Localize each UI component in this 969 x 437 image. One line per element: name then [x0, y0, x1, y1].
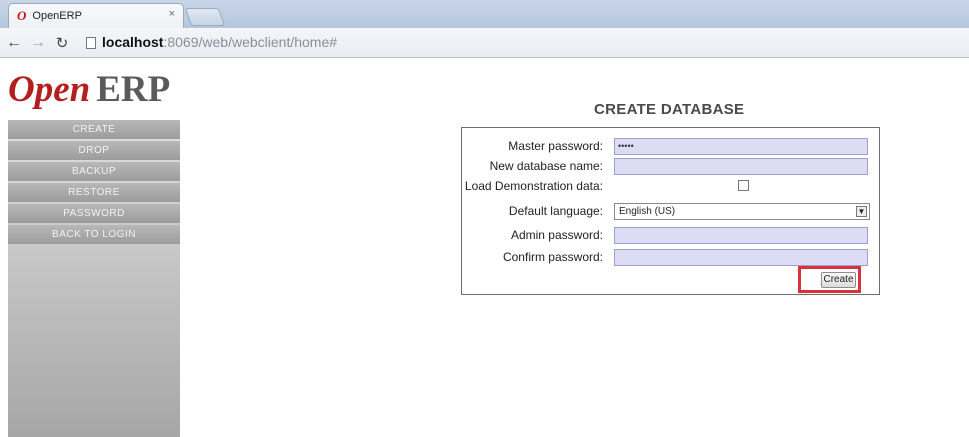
master-password-label: Master password:	[508, 139, 603, 153]
back-icon[interactable]: ←	[4, 34, 24, 52]
browser-tab[interactable]: O OpenERP ×	[8, 3, 184, 28]
database-sidebar: CREATE DROP BACKUP RESTORE PASSWORD BACK…	[8, 120, 180, 437]
create-button-highlight: Create	[798, 266, 861, 293]
page-title: CREATE DATABASE	[594, 101, 745, 118]
demo-data-label: Load Demonstration data:	[464, 179, 603, 193]
sidebar-item-restore[interactable]: RESTORE	[8, 183, 180, 202]
openerp-favicon-icon: O	[17, 8, 27, 23]
create-button[interactable]: Create	[821, 272, 856, 288]
forward-icon[interactable]: →	[28, 34, 48, 52]
sidebar-item-back-to-login[interactable]: BACK TO LOGIN	[8, 225, 180, 244]
db-name-row: New database name:	[462, 158, 879, 175]
sidebar-item-create[interactable]: CREATE	[8, 120, 180, 139]
language-label: Default language:	[508, 204, 603, 218]
demo-data-row: Load Demonstration data:	[462, 178, 879, 195]
create-database-form: Master password: ••••• New database name…	[461, 127, 880, 295]
page-icon	[86, 36, 96, 49]
master-password-row: Master password: •••••	[462, 138, 879, 155]
language-row: Default language: English (US) ▼	[462, 203, 879, 220]
confirm-password-label: Confirm password:	[502, 250, 603, 264]
browser-tabstrip: O OpenERP ×	[0, 0, 969, 28]
db-name-input[interactable]	[614, 158, 868, 175]
browser-toolbar: ← → ↻ localhost:8069/web/webclient/home#	[0, 28, 969, 58]
close-tab-icon[interactable]: ×	[169, 8, 175, 20]
logo-erp-text: ERP	[96, 69, 171, 110]
url-host: localhost	[102, 33, 164, 50]
tab-title: OpenERP	[32, 10, 82, 22]
confirm-password-row: Confirm password:	[462, 249, 879, 266]
openerp-logo: Open ERP	[8, 70, 170, 110]
new-tab-button[interactable]	[184, 8, 226, 26]
master-password-input[interactable]: •••••	[614, 138, 868, 155]
sidebar-item-backup[interactable]: BACKUP	[8, 162, 180, 181]
url-path: :8069/web/webclient/home#	[163, 33, 338, 50]
admin-password-input[interactable]	[614, 227, 868, 244]
address-bar[interactable]: localhost:8069/web/webclient/home#	[102, 34, 337, 52]
confirm-password-input[interactable]	[614, 249, 868, 266]
admin-password-label: Admin password:	[510, 228, 603, 242]
reload-icon[interactable]: ↻	[52, 34, 72, 52]
language-value: English (US)	[619, 206, 676, 217]
logo-open-text: Open	[8, 69, 91, 110]
db-name-label: New database name:	[489, 159, 603, 173]
sidebar-item-drop[interactable]: DROP	[8, 141, 180, 160]
chevron-down-icon[interactable]: ▼	[856, 206, 867, 217]
sidebar-item-password[interactable]: PASSWORD	[8, 204, 180, 223]
demo-data-checkbox[interactable]	[738, 180, 749, 191]
language-select[interactable]: English (US) ▼	[614, 203, 870, 220]
admin-password-row: Admin password:	[462, 227, 879, 244]
